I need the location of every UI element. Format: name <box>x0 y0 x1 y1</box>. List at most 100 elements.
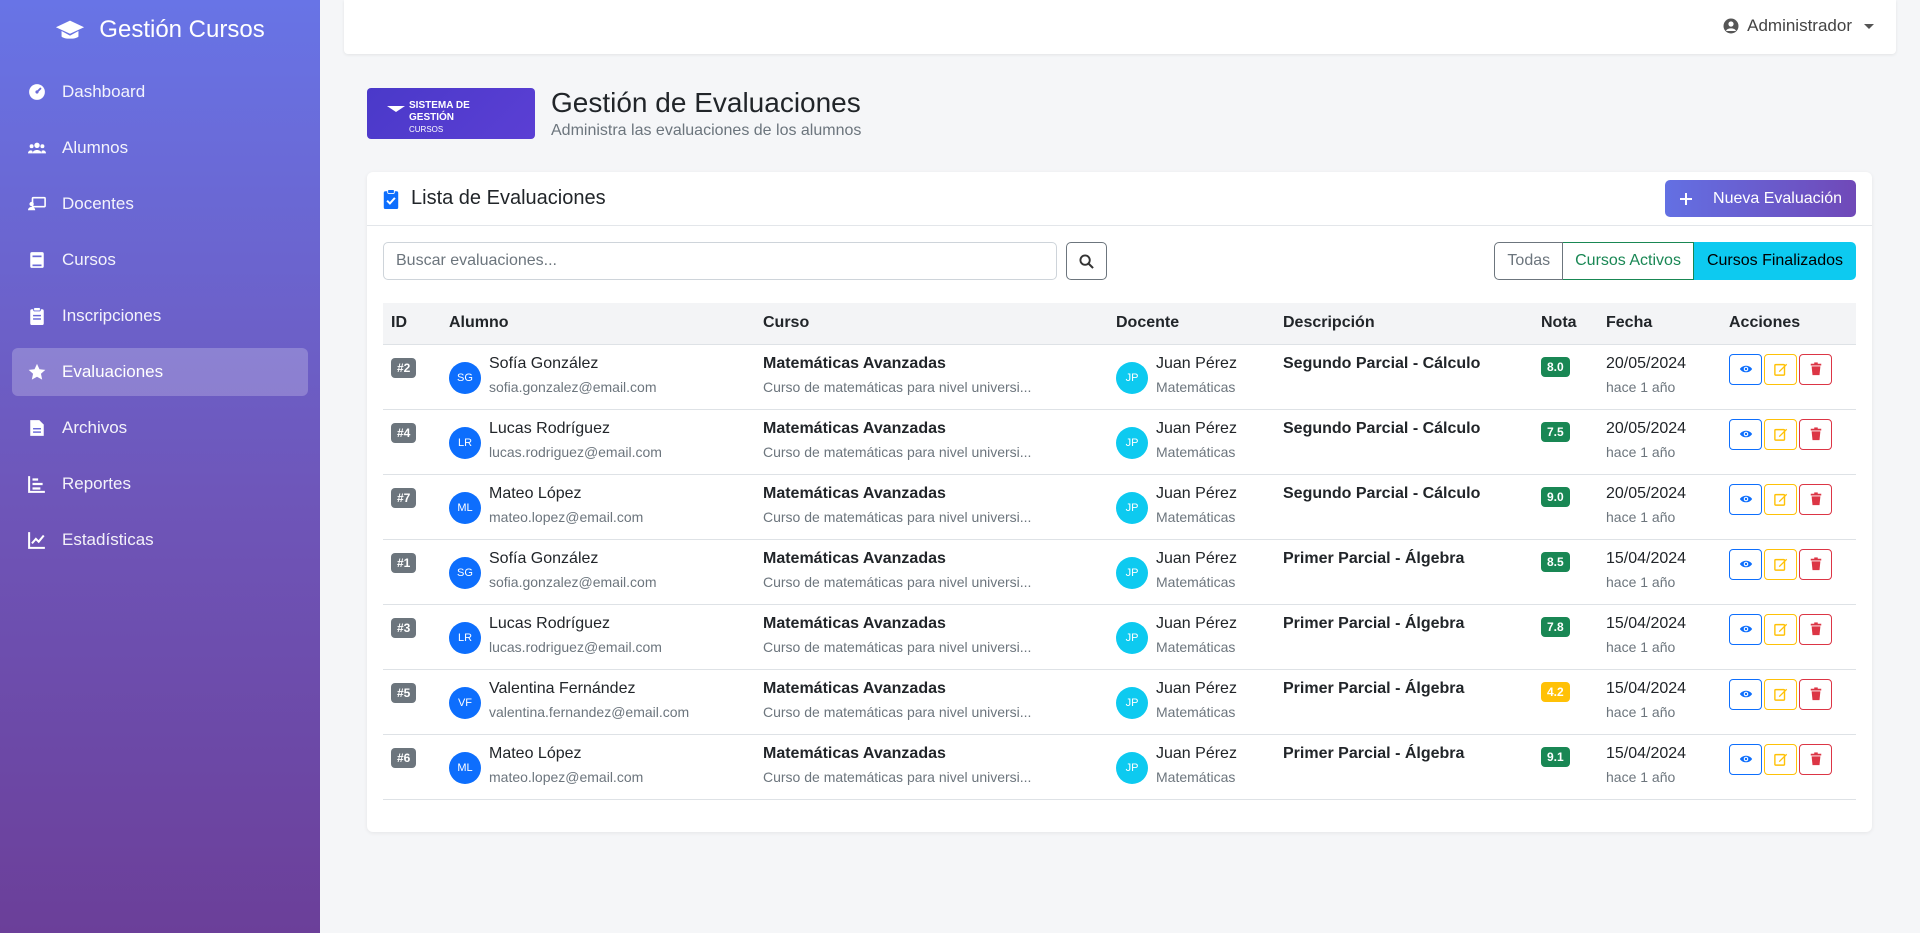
eye-icon <box>1739 495 1752 503</box>
view-button[interactable] <box>1729 353 1762 385</box>
delete-button[interactable] <box>1799 483 1832 515</box>
filter-finished-courses-button[interactable]: Cursos Finalizados <box>1693 242 1856 280</box>
course-description: Curso de matemáticas para nivel universi… <box>763 638 1032 655</box>
sidebar-item-inscripciones[interactable]: Inscripciones <box>12 292 308 340</box>
teacher-area: Matemáticas <box>1156 443 1236 460</box>
user-name: Administrador <box>1747 16 1852 35</box>
cell-docente: JP Juan Pérez Matemáticas <box>1108 539 1275 604</box>
trash-icon <box>1810 557 1821 571</box>
evaluation-description: Primer Parcial - Álgebra <box>1283 549 1465 567</box>
trash-icon <box>1810 427 1821 441</box>
sidebar-item-archivos[interactable]: Archivos <box>12 404 308 452</box>
cell-id: #7 <box>383 474 441 539</box>
table-row: #3 LR Lucas Rodríguez lucas.rodriguez@email… <box>383 604 1856 669</box>
user-menu[interactable]: Administrador <box>1723 16 1874 36</box>
sidebar-item-label: Cursos <box>62 250 116 269</box>
evaluation-date: 15/04/2024 <box>1606 614 1687 632</box>
sidebar-item-label: Reportes <box>62 474 131 493</box>
sidebar-item-alumnos[interactable]: Alumnos <box>12 124 308 172</box>
cell-id: #1 <box>383 539 441 604</box>
delete-button[interactable] <box>1799 353 1832 385</box>
edit-button[interactable] <box>1764 548 1797 580</box>
student-email: mateo.lopez@email.com <box>489 768 644 785</box>
evaluation-date: 20/05/2024 <box>1606 484 1687 502</box>
sidebar-item-label: Inscripciones <box>62 306 162 325</box>
edit-button[interactable] <box>1764 743 1797 775</box>
cell-docente: JP Juan Pérez Matemáticas <box>1108 474 1275 539</box>
edit-button[interactable] <box>1764 483 1797 515</box>
book-icon <box>30 252 44 268</box>
cell-curso: Matemáticas Avanzadas Curso de matemática… <box>755 539 1108 604</box>
relative-date: hace 1 año <box>1606 573 1676 590</box>
column-header-alumno[interactable]: Alumno <box>441 303 755 345</box>
sidebar-item-cursos[interactable]: Cursos <box>12 236 308 284</box>
new-evaluation-button[interactable]: Nueva Evaluación <box>1665 180 1856 217</box>
column-header-descripcion[interactable]: Descripción <box>1275 303 1533 345</box>
edit-icon <box>1773 623 1787 636</box>
sidebar-item-estadisticas[interactable]: Estadísticas <box>12 516 308 564</box>
edit-icon <box>1773 428 1787 441</box>
column-header-fecha[interactable]: Fecha <box>1598 303 1721 345</box>
column-header-nota[interactable]: Nota <box>1533 303 1598 345</box>
student-avatar: LR <box>449 621 481 654</box>
sidebar-item-dashboard[interactable]: Dashboard <box>12 68 308 116</box>
view-button[interactable] <box>1729 483 1762 515</box>
view-button[interactable] <box>1729 418 1762 450</box>
cell-id: #4 <box>383 409 441 474</box>
delete-button[interactable] <box>1799 613 1832 645</box>
student-avatar: VF <box>449 686 481 719</box>
sidebar-item-evaluaciones[interactable]: Evaluaciones <box>12 348 308 396</box>
sidebar-item-label: Archivos <box>62 418 128 437</box>
brand-title: Gestión Cursos <box>99 16 265 43</box>
search-button[interactable] <box>1066 242 1107 280</box>
view-button[interactable] <box>1729 613 1762 645</box>
teacher-area: Matemáticas <box>1156 378 1236 395</box>
delete-button[interactable] <box>1799 548 1832 580</box>
column-header-docente[interactable]: Docente <box>1108 303 1275 345</box>
edit-icon <box>1773 493 1787 506</box>
edit-button[interactable] <box>1764 353 1797 385</box>
delete-button[interactable] <box>1799 678 1832 710</box>
sidebar-item-label: Evaluaciones <box>62 362 164 381</box>
cell-curso: Matemáticas Avanzadas Curso de matemática… <box>755 409 1108 474</box>
logo-cap-icon <box>387 106 405 112</box>
evaluations-card: Lista de Evaluaciones Nueva Evaluación T… <box>367 172 1872 832</box>
course-name: Matemáticas Avanzadas <box>763 679 946 697</box>
view-button[interactable] <box>1729 678 1762 710</box>
clipboard-icon <box>30 307 44 325</box>
filter-all-button[interactable]: Todas <box>1494 242 1564 280</box>
column-header-id[interactable]: ID <box>383 303 441 345</box>
teacher-name: Juan Pérez <box>1156 679 1237 697</box>
edit-button[interactable] <box>1764 418 1797 450</box>
sidebar: Gestión Cursos Dashboard Alumnos Docente… <box>0 0 320 933</box>
cell-fecha: 20/05/2024 hace 1 año <box>1598 409 1721 474</box>
sidebar-nav: Dashboard Alumnos Docentes Cursos Inscri… <box>0 68 320 564</box>
sidebar-item-reportes[interactable]: Reportes <box>12 460 308 508</box>
view-button[interactable] <box>1729 548 1762 580</box>
delete-button[interactable] <box>1799 743 1832 775</box>
view-button[interactable] <box>1729 743 1762 775</box>
evaluation-description: Segundo Parcial - Cálculo <box>1283 419 1481 437</box>
filter-active-courses-button[interactable]: Cursos Activos <box>1563 242 1694 280</box>
cell-acciones <box>1721 669 1856 734</box>
edit-button[interactable] <box>1764 678 1797 710</box>
course-description: Curso de matemáticas para nivel universi… <box>763 703 1032 720</box>
cell-acciones <box>1721 539 1856 604</box>
teacher-area: Matemáticas <box>1156 703 1236 720</box>
cell-nota: 8.5 <box>1533 539 1598 604</box>
toolbar: Todas Cursos Activos Cursos Finalizados <box>383 242 1856 280</box>
course-description: Curso de matemáticas para nivel universi… <box>763 573 1032 590</box>
table-row: #4 LR Lucas Rodríguez lucas.rodriguez@email… <box>383 409 1856 474</box>
edit-button[interactable] <box>1764 613 1797 645</box>
course-description: Curso de matemáticas para nivel universi… <box>763 443 1032 460</box>
search-input[interactable] <box>383 242 1057 280</box>
course-description: Curso de matemáticas para nivel universi… <box>763 378 1032 395</box>
evaluations-table: ID Alumno Curso Docente Descripción Nota… <box>383 303 1856 800</box>
filter-group: Todas Cursos Activos Cursos Finalizados <box>1494 242 1856 280</box>
sidebar-item-docentes[interactable]: Docentes <box>12 180 308 228</box>
eye-icon <box>1739 690 1752 698</box>
brand[interactable]: Gestión Cursos <box>0 0 320 60</box>
delete-button[interactable] <box>1799 418 1832 450</box>
column-header-curso[interactable]: Curso <box>755 303 1108 345</box>
cell-fecha: 20/05/2024 hace 1 año <box>1598 344 1721 409</box>
